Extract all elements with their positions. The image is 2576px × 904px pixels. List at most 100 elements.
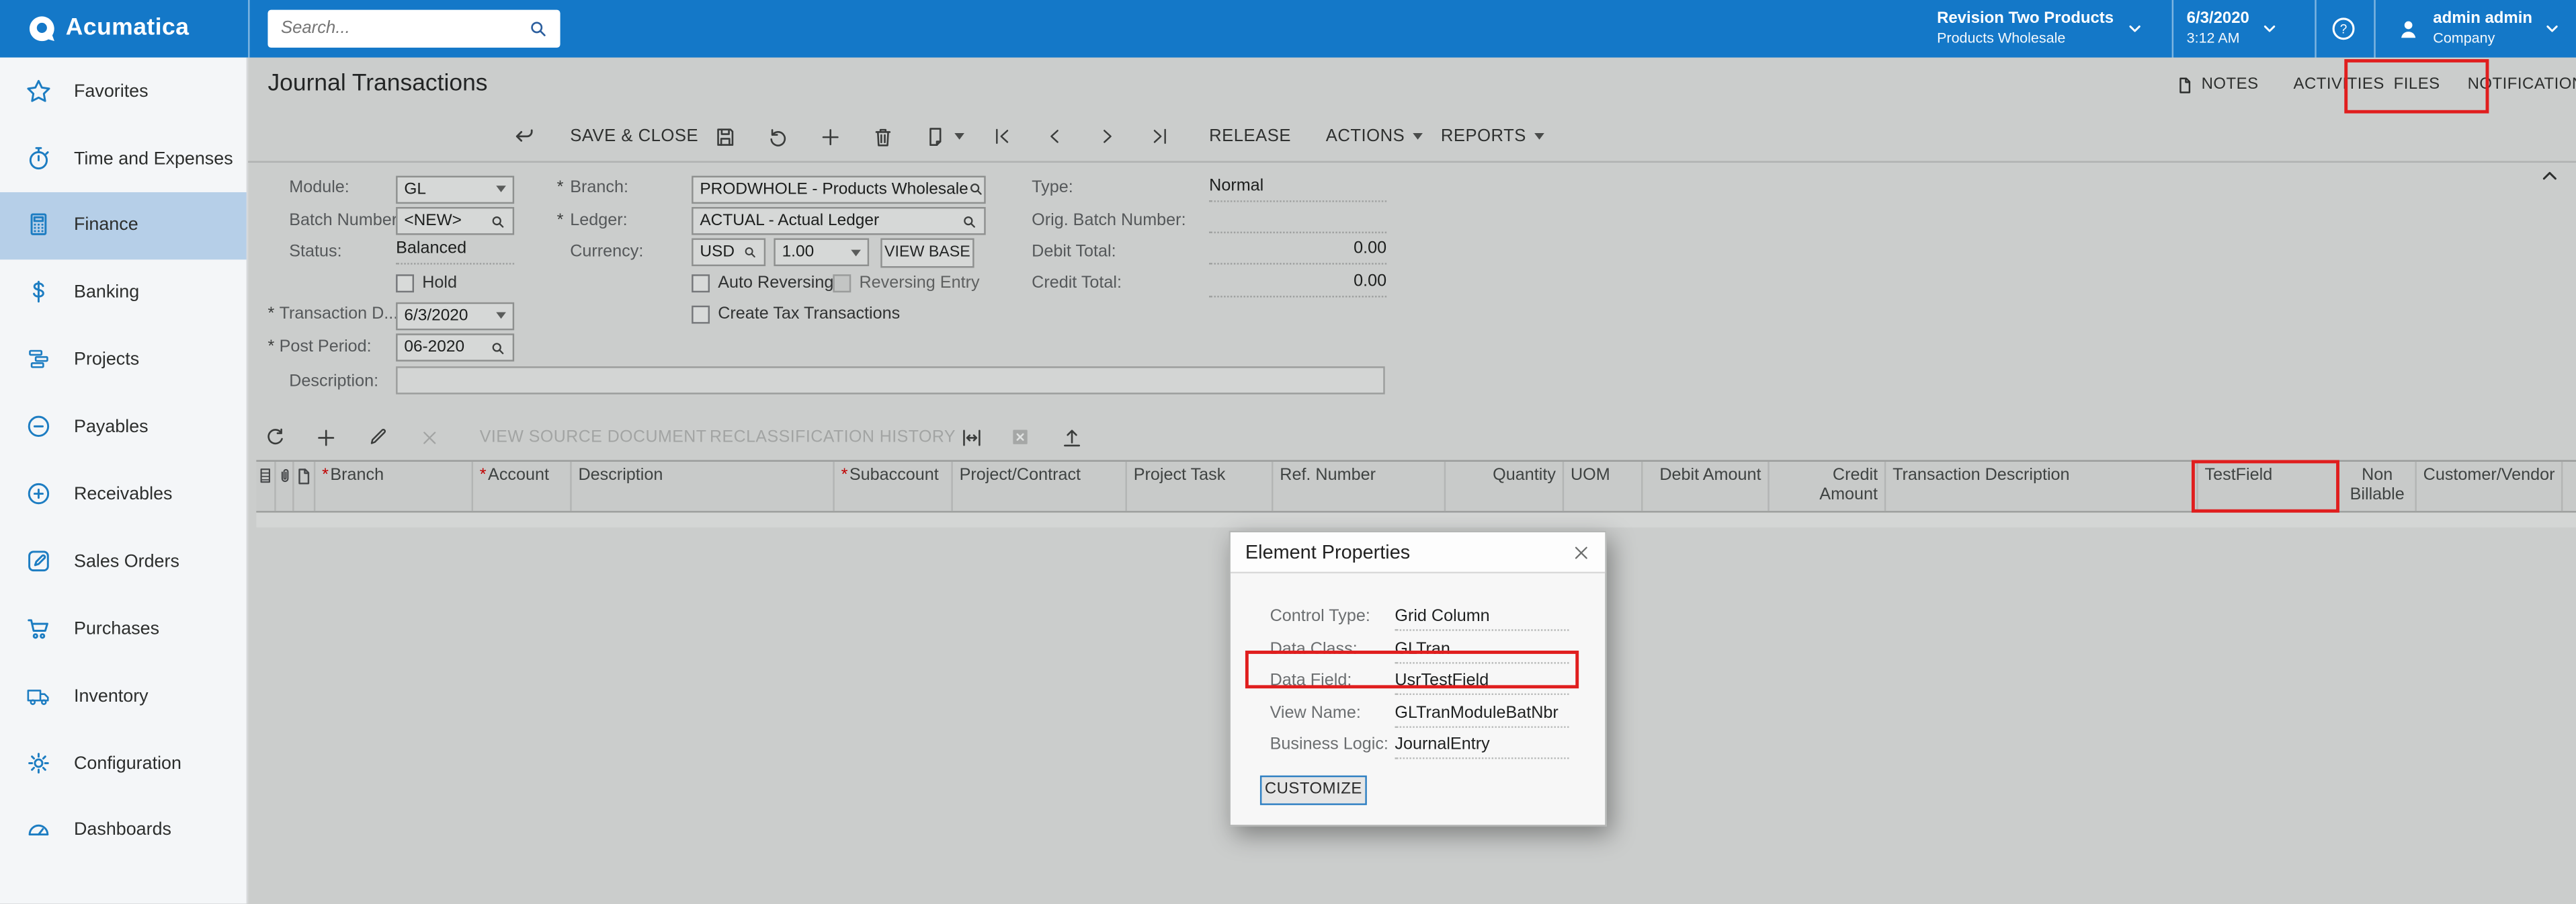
release-button[interactable]: RELEASE bbox=[1209, 112, 1291, 161]
grid-column-header-description[interactable]: Description bbox=[572, 462, 835, 510]
grid-column-header-branch[interactable]: *Branch bbox=[315, 462, 473, 510]
grid-column-header-transaction-description[interactable]: Transaction Description bbox=[1886, 462, 2198, 510]
sidebar-item-finance[interactable]: Finance bbox=[0, 192, 247, 259]
sidebar-item-inventory[interactable]: Inventory bbox=[0, 663, 247, 730]
sidebar-item-time-and-expenses[interactable]: Time and Expenses bbox=[0, 125, 247, 192]
actions-menu-button[interactable]: ACTIONS bbox=[1326, 112, 1423, 161]
go-last-button[interactable] bbox=[1149, 112, 1171, 161]
reports-menu-button[interactable]: REPORTS bbox=[1441, 112, 1544, 161]
grid-icon-column-row-settings-icon[interactable] bbox=[256, 462, 276, 510]
header-link-notes[interactable]: NOTES bbox=[2175, 75, 2259, 95]
grid-column-header-ref-number[interactable]: Ref. Number bbox=[1273, 462, 1446, 510]
dialog-row-label: Data Field: bbox=[1270, 672, 1352, 690]
global-search[interactable] bbox=[267, 9, 560, 47]
upload-file-button[interactable] bbox=[1060, 414, 1085, 460]
header-link-activities[interactable]: ACTIVITIES bbox=[2294, 75, 2384, 93]
collapse-panel-button[interactable] bbox=[2540, 166, 2559, 186]
checkbox-icon bbox=[833, 274, 851, 292]
grid-icon-column-note-icon[interactable] bbox=[294, 462, 316, 510]
sidebar-item-dashboards[interactable]: Dashboards bbox=[0, 797, 247, 864]
edit-row-button[interactable] bbox=[366, 414, 389, 460]
create-tax-transactions-checkbox[interactable]: Create Tax Transactions bbox=[692, 306, 900, 324]
lookup-icon[interactable] bbox=[961, 213, 977, 229]
sidebar-item-sales-orders[interactable]: Sales Orders bbox=[0, 528, 247, 595]
refresh-button[interactable] bbox=[263, 414, 288, 460]
auto-reversing-checkbox[interactable]: Auto Reversing bbox=[692, 274, 833, 292]
lookup-icon[interactable] bbox=[968, 181, 985, 197]
page-title: Journal Transactions bbox=[267, 71, 487, 97]
sidebar-item-label: Payables bbox=[74, 417, 149, 437]
lookup-icon[interactable] bbox=[489, 339, 505, 356]
grid-column-header-credit-amount[interactable]: Credit Amount bbox=[1770, 462, 1886, 510]
add-new-button[interactable] bbox=[818, 112, 843, 161]
branch-field[interactable]: PRODWHOLE - Products Wholesale bbox=[692, 175, 986, 203]
sidebar-item-banking[interactable]: Banking bbox=[0, 259, 247, 327]
grid-body-empty[interactable] bbox=[256, 511, 2576, 526]
hold-checkbox[interactable]: Hold bbox=[396, 274, 457, 292]
grid-column-label: Description bbox=[578, 466, 663, 485]
orig-batch-number-value bbox=[1209, 208, 1386, 233]
lookup-icon[interactable] bbox=[743, 245, 757, 259]
user-menu[interactable]: admin admin Company bbox=[2395, 0, 2562, 58]
go-first-button[interactable] bbox=[991, 112, 1013, 161]
sidebar-item-payables[interactable]: Payables bbox=[0, 394, 247, 461]
close-icon[interactable] bbox=[1572, 543, 1590, 561]
go-next-button[interactable] bbox=[1095, 112, 1118, 161]
chevron-down-icon[interactable] bbox=[851, 249, 861, 255]
view-base-button[interactable]: VIEW BASE bbox=[880, 238, 974, 267]
sidebar-item-favorites[interactable]: Favorites bbox=[0, 58, 247, 125]
help-icon: ? bbox=[2329, 15, 2358, 43]
back-button[interactable] bbox=[511, 112, 537, 161]
batch-number-field[interactable]: <NEW> bbox=[396, 207, 514, 235]
sidebar-item-purchases[interactable]: Purchases bbox=[0, 595, 247, 663]
sidebar-item-label: Projects bbox=[74, 350, 139, 370]
search-icon[interactable] bbox=[528, 17, 549, 39]
grid-column-header-quantity[interactable]: Quantity bbox=[1446, 462, 1564, 510]
sidebar-item-configuration[interactable]: Configuration bbox=[0, 730, 247, 797]
module-field[interactable]: GL bbox=[396, 175, 514, 203]
grid-column-header-uom[interactable]: UOM bbox=[1564, 462, 1643, 510]
currency-rate-field[interactable]: 1.00 bbox=[774, 238, 869, 266]
grid-column-header-non-billable[interactable]: Non Billable bbox=[2339, 462, 2417, 510]
user-role: Company bbox=[2433, 30, 2532, 48]
ledger-field[interactable]: ACTUAL - Actual Ledger bbox=[692, 207, 986, 235]
grid-column-header-debit-amount[interactable]: Debit Amount bbox=[1643, 462, 1770, 510]
checkbox-icon bbox=[692, 274, 710, 292]
post-period-field[interactable]: 06-2020 bbox=[396, 333, 514, 362]
sidebar-item-projects[interactable]: Projects bbox=[0, 327, 247, 394]
save-and-close-button[interactable]: SAVE & CLOSE bbox=[570, 112, 698, 161]
acumatica-logo[interactable]: Acumatica bbox=[26, 12, 189, 43]
save-button[interactable] bbox=[713, 112, 738, 161]
lookup-icon[interactable] bbox=[489, 213, 505, 229]
plus-icon bbox=[818, 124, 843, 149]
header-link-files[interactable]: FILES bbox=[2394, 75, 2440, 93]
description-field[interactable] bbox=[396, 366, 1385, 395]
fit-to-screen-button[interactable] bbox=[960, 414, 985, 460]
sidebar-item-receivables[interactable]: Receivables bbox=[0, 461, 247, 528]
grid-column-header-account[interactable]: *Account bbox=[473, 462, 572, 510]
currency-code-field[interactable]: USD bbox=[692, 238, 765, 266]
transaction-date-field[interactable]: 6/3/2020 bbox=[396, 302, 514, 330]
grid-icon-column-paperclip-icon[interactable] bbox=[276, 462, 294, 510]
company-branch-selector[interactable]: Revision Two Products Products Wholesale bbox=[1937, 0, 2143, 58]
search-input[interactable] bbox=[267, 19, 524, 38]
copy-paste-button[interactable] bbox=[923, 112, 964, 161]
grid-column-header-customer-vendor[interactable]: Customer/Vendor bbox=[2417, 462, 2563, 510]
business-date-selector[interactable]: 6/3/2020 3:12 AM bbox=[2187, 0, 2279, 58]
grid-column-header-testfield[interactable]: TestField bbox=[2198, 462, 2339, 510]
grid-column-header-project-task[interactable]: Project Task bbox=[1127, 462, 1274, 510]
customize-button[interactable]: CUSTOMIZE bbox=[1260, 776, 1367, 805]
help-button[interactable]: ? bbox=[2329, 0, 2358, 58]
grid-column-header-project-contract[interactable]: Project/Contract bbox=[953, 462, 1127, 510]
delete-button[interactable] bbox=[871, 112, 896, 161]
undo-button[interactable] bbox=[765, 112, 790, 161]
excel-export-icon bbox=[1009, 425, 1032, 448]
chevron-down-icon[interactable] bbox=[496, 186, 506, 192]
dialog-row-value: UsrTestField bbox=[1395, 672, 1569, 695]
chevron-down-icon[interactable] bbox=[496, 312, 506, 319]
header-link-notifications[interactable]: NOTIFICATIONS bbox=[2468, 75, 2576, 93]
grid-column-header-subaccount[interactable]: *Subaccount bbox=[835, 462, 953, 510]
go-previous-button[interactable] bbox=[1043, 112, 1066, 161]
add-row-button[interactable] bbox=[314, 414, 339, 460]
next-record-icon bbox=[1095, 125, 1118, 148]
